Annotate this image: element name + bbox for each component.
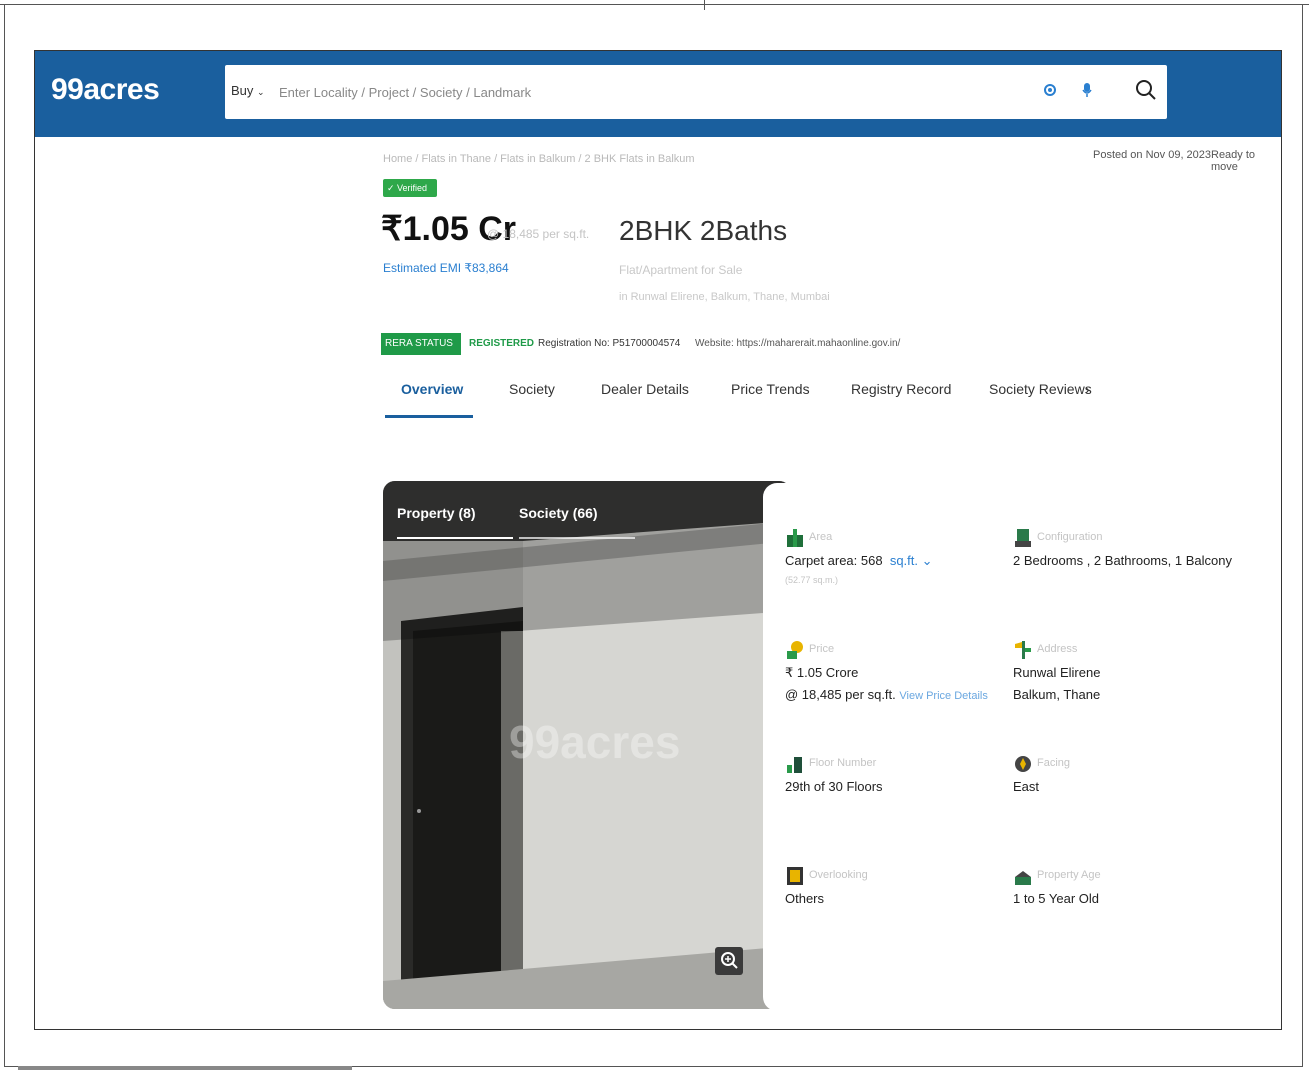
rera-status-badge: RERA STATUS ⓘ [381,333,461,371]
carpet-area: Carpet area: 568 [785,553,883,568]
browser-viewport: 99acres Buy ⌄ Home / Flats in Thane / Fl… [34,50,1282,1030]
tab-society-reviews[interactable]: Society Reviews [989,381,1092,397]
posted-date: Posted on Nov 09, 2023 [1093,149,1212,161]
property-age-value: 1 to 5 Year Old [1013,891,1100,906]
watermark: 99acres [509,716,681,768]
rera-website[interactable]: Website: https://maharerait.mahaonline.g… [695,338,900,349]
property-type: Flat/Apartment for Sale [619,263,743,277]
microphone-icon[interactable] [1081,82,1093,103]
emi-link[interactable]: Estimated EMI ₹83,864 [383,261,509,275]
address-label: Address [1037,643,1078,655]
price-label: Price [809,643,835,655]
price-value: ₹ 1.05 Crore [785,665,859,680]
search-bar: Buy ⌄ [225,65,1167,119]
facing-value: East [1013,779,1040,794]
tab-registry-record[interactable]: Registry Record [851,381,951,397]
photo-gallery[interactable]: Property (8) Society (66) 99acres [383,481,791,1009]
tabs-next-arrow[interactable]: › [1085,381,1090,397]
tab-indicator [519,537,635,539]
facing-label: Facing [1037,757,1071,769]
buy-label: Buy [231,83,254,98]
search-input[interactable] [277,80,981,104]
tab-society[interactable]: Society [509,381,555,397]
tab-price-trends[interactable]: Price Trends [731,381,810,397]
overlooking-icon [785,865,805,887]
zoom-in-button[interactable] [715,947,743,975]
property-location: in Runwal Elirene, Balkum, Thane, Mumbai [619,291,830,303]
active-tab-indicator [385,415,473,418]
address-icon [1013,639,1033,661]
price-per-sqft: @ 18,485 per sq.ft. [487,227,590,241]
area-value: Carpet area: 568 sq.ft. ⌄ [785,553,933,569]
breadcrumb[interactable]: Home / Flats in Thane / Flats in Balkum … [383,153,695,165]
area-sub: (52.77 sq.m.) [785,575,839,585]
address-society: Runwal Elirene [1013,665,1101,680]
tab-society-photos[interactable]: Society (66) [519,505,598,521]
area-icon [785,527,805,549]
view-price-details-link[interactable]: View Price Details [899,690,987,702]
bottom-bar [18,1066,352,1070]
price-icon [785,639,805,661]
info-icon[interactable]: ⓘ [385,360,395,371]
building-age-icon [1013,865,1033,887]
tab-indicator [397,537,513,539]
configuration-title: 2BHK 2Baths [619,215,788,246]
search-icon[interactable] [1135,79,1157,106]
section-tabs: Overview Society Dealer Details Price Tr… [385,381,1105,421]
property-details-card: Area Carpet area: 568 sq.ft. ⌄ (52.77 sq… [763,483,1232,1011]
tab-overview[interactable]: Overview [401,381,463,397]
configuration-value: 2 Bedrooms , 2 Bathrooms, 1 Balcony [1013,553,1232,568]
zoom-icon [721,952,738,969]
configuration-label: Configuration [1037,531,1103,543]
rera-registration-number: Registration No: P51700004574 [538,338,681,349]
property-age-label: Property Age [1037,869,1101,881]
site-header: 99acres Buy ⌄ [35,51,1281,137]
area-label: Area [809,531,833,543]
address-locality: Balkum, Thane [1013,687,1101,702]
floor-label: Floor Number [809,757,877,769]
availability-status: Ready to move [1211,149,1256,173]
floor-icon [785,753,805,775]
verified-label: Verified [397,183,428,193]
tab-property-photos[interactable]: Property (8) [397,505,476,521]
location-icon[interactable] [1043,83,1057,102]
site-logo[interactable]: 99acres [51,73,160,107]
rera-registered: REGISTERED [469,338,535,349]
overlooking-value: Others [785,891,825,906]
tab-dealer-details[interactable]: Dealer Details [601,381,689,397]
price-per-sqft-detail: @ 18,485 per sq.ft. View Price Details [785,687,988,702]
floor-value: 29th of 30 Floors [785,779,883,794]
price-per-sqft-value: @ 18,485 per sq.ft. [785,687,896,702]
unit-dropdown[interactable]: sq.ft. ⌄ [890,553,933,568]
overlooking-label: Overlooking [809,869,868,881]
verified-badge: ✓ Verified ⓘ [383,179,437,211]
chevron-down-icon: ⌄ [257,87,265,97]
compass-icon [1013,753,1033,775]
buy-dropdown[interactable]: Buy ⌄ [231,83,265,98]
rera-badge-label: RERA STATUS [385,338,453,349]
configuration-icon [1013,527,1033,549]
